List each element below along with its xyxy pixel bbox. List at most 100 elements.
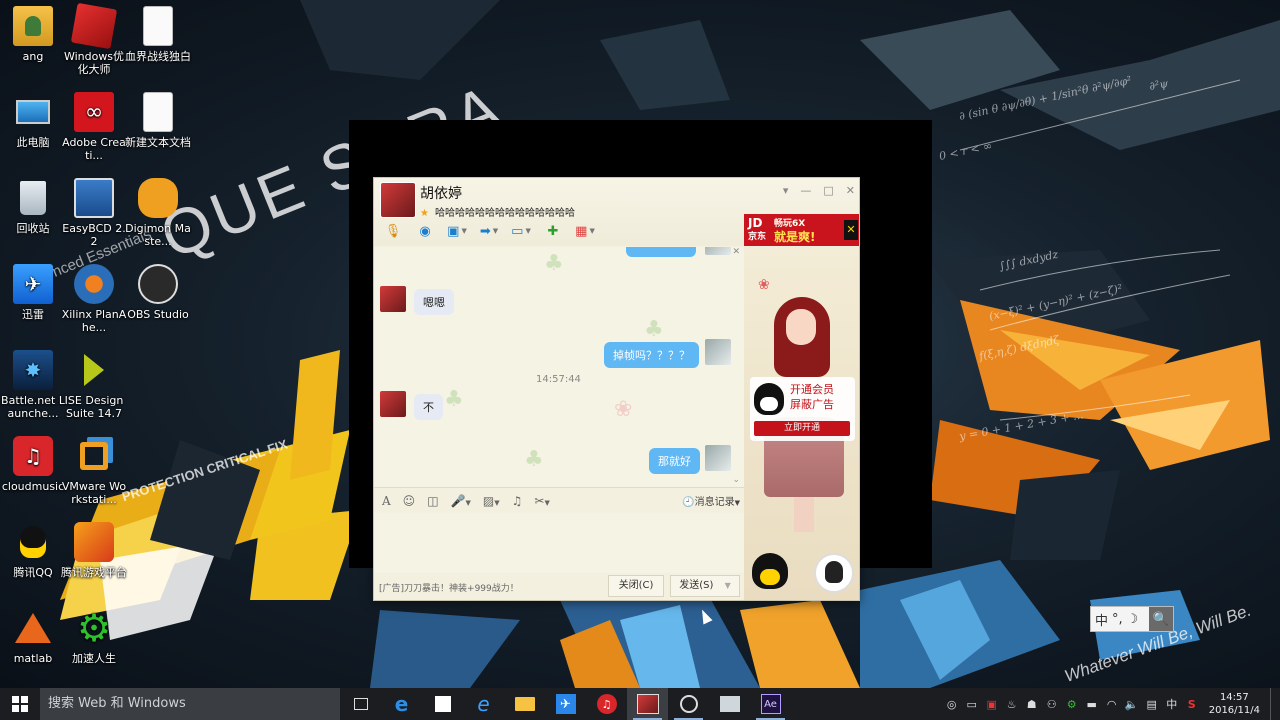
desktop-icon-vmware[interactable]: VMware Workstati... <box>61 436 127 506</box>
contact-avatar[interactable] <box>380 182 416 218</box>
wifi-icon[interactable]: ◠ <box>1105 697 1119 711</box>
ime-status-bar[interactable]: 中 °, ☽ 🔍 <box>1090 606 1174 632</box>
desktop-icon-tencent-game-platform[interactable]: 腾讯游戏平台 <box>61 522 127 579</box>
volume-icon[interactable]: 🔈 <box>1125 697 1139 711</box>
action-center-icon[interactable]: ▤ <box>1145 697 1159 711</box>
scroll-down-icon[interactable]: ⌄ <box>732 475 740 485</box>
task-view-button[interactable] <box>340 688 381 720</box>
self-avatar-round[interactable] <box>814 553 854 593</box>
close-window-button[interactable]: ✕ <box>846 184 855 197</box>
taskbar-file-explorer[interactable] <box>504 688 545 720</box>
desktop-icon-this-pc[interactable]: 此电脑 <box>0 92 66 149</box>
emoji-button[interactable]: ☺ <box>403 494 416 508</box>
qq-show-penguin-icon[interactable] <box>752 553 788 589</box>
show-desktop-button[interactable] <box>1270 688 1274 720</box>
obs-tray-icon[interactable]: ◎ <box>945 697 959 711</box>
desktop-icon-user-folder[interactable]: ang <box>0 6 66 63</box>
input-tray-icon[interactable]: ♨ <box>1005 697 1019 711</box>
display-tray-icon[interactable]: ▭ <box>965 697 979 711</box>
qq-tray-icon[interactable]: ☗ <box>1025 697 1039 711</box>
vip-promo-card[interactable]: 开通会员 屏蔽广告 立即开通 <box>750 377 855 441</box>
message-history-button[interactable]: 🕘消息记录▼ <box>682 493 740 508</box>
footer-ad-link[interactable]: [广告]刀刀暴击！神装+999战力！ <box>379 581 519 594</box>
desktop-icon-adobe-cc[interactable]: ∞ Adobe Creati... <box>61 92 127 162</box>
voice-call-button[interactable]: 🎙 <box>382 221 404 241</box>
desktop-icon-xilinx-planahead[interactable]: Xilinx PlanAhe... <box>61 264 127 334</box>
start-button[interactable] <box>0 688 40 720</box>
image-button[interactable]: ▨▼ <box>483 494 500 508</box>
taskbar-store[interactable] <box>422 688 463 720</box>
user-folder-icon <box>13 6 53 46</box>
my-avatar-small[interactable] <box>705 339 731 365</box>
contact-name[interactable]: 胡依婷 <box>420 183 462 203</box>
gif-button[interactable]: ◫ <box>427 494 438 508</box>
minimize-button[interactable]: — <box>800 184 811 197</box>
taskbar-ie[interactable]: e <box>463 688 504 720</box>
ime-search-icon[interactable]: 🔍 <box>1149 607 1173 631</box>
desktop-icon-tencent-qq[interactable]: 腾讯QQ <box>0 522 66 579</box>
remote-assist-button[interactable]: ▣ ▼ <box>446 221 468 241</box>
top-ad-banner[interactable]: JD 京东 畅玩6X 就是爽! ✕ <box>744 214 859 246</box>
desktop-icon-easybcd[interactable]: EasyBCD 2.2 <box>61 178 127 248</box>
sogou-ime-icon[interactable]: S <box>1185 697 1199 711</box>
taskbar-window-app[interactable] <box>709 688 750 720</box>
send-file-button[interactable]: ➡ ▼ <box>478 221 500 241</box>
taskbar-qq-chat[interactable] <box>627 688 668 720</box>
screenshot-button[interactable]: ✂▼ <box>534 494 549 508</box>
create-group-button[interactable]: ✚ <box>542 221 564 241</box>
desktop-icon-text-file-1[interactable]: 血界战线独白 <box>125 6 191 63</box>
desktop-icon-digimon[interactable]: Digimon Maste... <box>125 178 191 248</box>
taskbar-after-effects[interactable]: Ae <box>750 688 791 720</box>
open-vip-button[interactable]: 立即开通 <box>754 421 850 436</box>
voice-message-button[interactable]: 🎤▼ <box>451 494 471 508</box>
qq-chat-window[interactable]: 胡依婷 ★ 哈哈哈哈哈哈哈哈哈哈哈哈哈哈 ▾ — □ ✕ 🎙 ◉ ▣ ▼ ➡ ▼ ▭ ▼… <box>373 177 860 601</box>
message-history[interactable]: ♣ ♣ ♣ ❀ ♣ ✕ 嗯嗯 掉帧吗？？？？ 14:57:44 不 那就好 ⌄ <box>374 247 744 487</box>
taskbar-xunlei[interactable]: ✈ <box>545 688 586 720</box>
collapse-chat-icon[interactable]: ✕ <box>732 247 740 257</box>
side-show-ad-panel[interactable]: ❀ 开通会员 屏蔽广告 立即开通 <box>744 247 859 600</box>
remote-desktop-button[interactable]: ▭ ▼ <box>510 221 532 241</box>
avatar-show-legs <box>794 497 814 532</box>
battery-icon[interactable]: ▬ <box>1085 697 1099 711</box>
apps-button[interactable]: ▦ ▼ <box>574 221 596 241</box>
desktop-icon-recycle-bin[interactable]: 回收站 <box>0 178 66 235</box>
send-button[interactable]: 发送(S) ▼ <box>670 575 740 597</box>
desktop-icon-battlenet[interactable]: ✸ Battle.net Launche... <box>0 350 66 420</box>
power-tray-icon[interactable]: ⚇ <box>1045 697 1059 711</box>
desktop-icon-text-file-2[interactable]: 新建文本文档 <box>125 92 191 149</box>
desktop-icon-ise-design-suite[interactable]: ISE Design Suite 14.7 <box>61 350 127 420</box>
desktop-icon-label: 迅雷 <box>22 308 44 321</box>
dropdown-menu-button[interactable]: ▾ <box>783 184 789 197</box>
folder-icon <box>514 697 535 711</box>
close-chat-button[interactable]: 关闭(C) <box>608 575 664 597</box>
taskbar-edge[interactable]: e <box>381 688 422 720</box>
desktop-icon-cloudmusic[interactable]: ♫ cloudmusic <box>0 436 66 493</box>
ime-mode-toggle[interactable]: 中 <box>1095 610 1108 629</box>
my-avatar-small[interactable] <box>705 445 731 471</box>
gear-tray-icon[interactable]: ⚙ <box>1065 697 1079 711</box>
music-button[interactable]: ♫ <box>512 494 523 508</box>
taskbar-clock[interactable]: 14:57 2016/11/4 <box>1209 691 1260 717</box>
contact-avatar-small[interactable] <box>380 286 406 312</box>
input-language[interactable]: 中 <box>1165 697 1179 711</box>
taskbar-search-box[interactable]: 搜索 Web 和 Windows <box>40 688 340 720</box>
desktop-icon-windows-optimizer[interactable]: Windows优化大师 <box>61 2 127 76</box>
desktop-icon-matlab[interactable]: matlab <box>0 608 66 665</box>
message-input[interactable] <box>374 513 744 573</box>
ime-punctuation-toggle[interactable]: °, <box>1112 612 1123 627</box>
video-call-button[interactable]: ◉ <box>414 221 436 241</box>
font-button[interactable]: A <box>382 494 391 508</box>
ad-close-button[interactable]: ✕ <box>844 220 858 240</box>
ime-halfwidth-toggle[interactable]: ☽ <box>1127 612 1139 627</box>
desktop-icon-obs-studio[interactable]: OBS Studio <box>125 264 191 321</box>
taskbar-cloudmusic[interactable]: ♫ <box>586 688 627 720</box>
chat-toolbar: 🎙 ◉ ▣ ▼ ➡ ▼ ▭ ▼ ✚ ▦ ▼ <box>382 221 596 241</box>
taskbar-obs[interactable] <box>668 688 709 720</box>
svg-text:0 < r < ∞: 0 < r < ∞ <box>938 139 993 163</box>
send-options-chevron-icon[interactable]: ▼ <box>725 581 731 590</box>
desktop-icon-accelerator[interactable]: ⚙ 加速人生 <box>61 608 127 666</box>
maximize-button[interactable]: □ <box>823 184 833 197</box>
security-tray-icon[interactable]: ▣ <box>985 697 999 711</box>
contact-avatar-small[interactable] <box>380 391 406 417</box>
desktop-icon-xunlei[interactable]: ✈ 迅雷 <box>0 264 66 321</box>
